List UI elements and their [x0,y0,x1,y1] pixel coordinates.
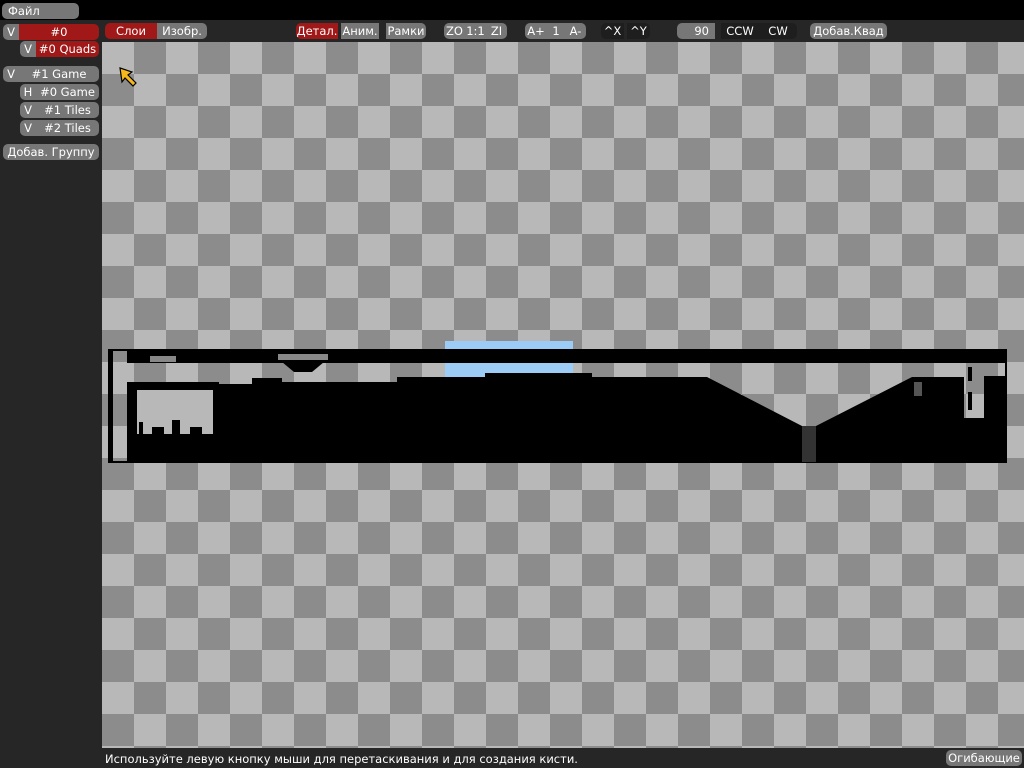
map-canvas[interactable] [102,42,1024,748]
zoom-reset-button[interactable]: 1:1 [465,23,486,39]
map-preview [108,341,1007,463]
layers-panel: V #0 V #0 Quads V #1 Game H #0 Game V #1… [0,24,102,748]
layer-item[interactable]: #0 Quads [36,41,99,57]
frames-button[interactable]: Рамки [386,23,426,39]
file-menu-button[interactable]: Файл [2,3,79,19]
zoom-out-button[interactable]: ZO [444,23,465,39]
rotation-angle-field[interactable]: 90 [677,23,715,39]
animate-button[interactable]: Аним. [341,23,379,39]
tab-layers[interactable]: Слои [105,23,157,39]
layer-visibility-toggle[interactable]: V [20,41,36,57]
anim-speed-value: 1 [547,23,565,39]
anim-speed-down-button[interactable]: A- [565,23,586,39]
layer-visibility-toggle[interactable]: H [20,84,36,100]
status-hint: Используйте левую кнопку мыши для перета… [105,752,578,766]
rotate-ccw-button[interactable]: CCW [721,23,759,39]
layer-visibility-toggle[interactable]: V [20,102,36,118]
layer-item[interactable]: #2 Tiles [36,120,99,136]
zoom-in-button[interactable]: ZI [486,23,507,39]
add-quad-button[interactable]: Добав.Квад [810,23,887,39]
add-group-button[interactable]: Добав. Группу [3,144,99,160]
rotate-cw-button[interactable]: CW [759,23,797,39]
group-item[interactable]: #1 Game [19,66,99,82]
group-visibility-toggle[interactable]: V [3,66,19,82]
toolbar: Слои Изобр. Детал. Аним. Рамки ZO 1:1 ZI… [0,20,1024,42]
anim-speed-up-button[interactable]: A+ [525,23,547,39]
group-visibility-toggle[interactable]: V [3,24,19,40]
tab-images[interactable]: Изобр. [157,23,207,39]
status-bar: Используйте левую кнопку мыши для перета… [0,748,1024,768]
flip-y-button[interactable]: ^Y [627,23,650,39]
group-item[interactable]: #0 [19,24,99,40]
flip-x-button[interactable]: ^X [601,23,624,39]
mouse-cursor-icon [119,67,137,87]
layer-visibility-toggle[interactable]: V [20,120,36,136]
layer-item[interactable]: #1 Tiles [36,102,99,118]
detail-button[interactable]: Детал. [296,23,338,39]
layer-item[interactable]: #0 Game [36,84,99,100]
envelopes-button[interactable]: Огибающие [946,750,1022,766]
menu-bar: Файл [0,0,1024,20]
